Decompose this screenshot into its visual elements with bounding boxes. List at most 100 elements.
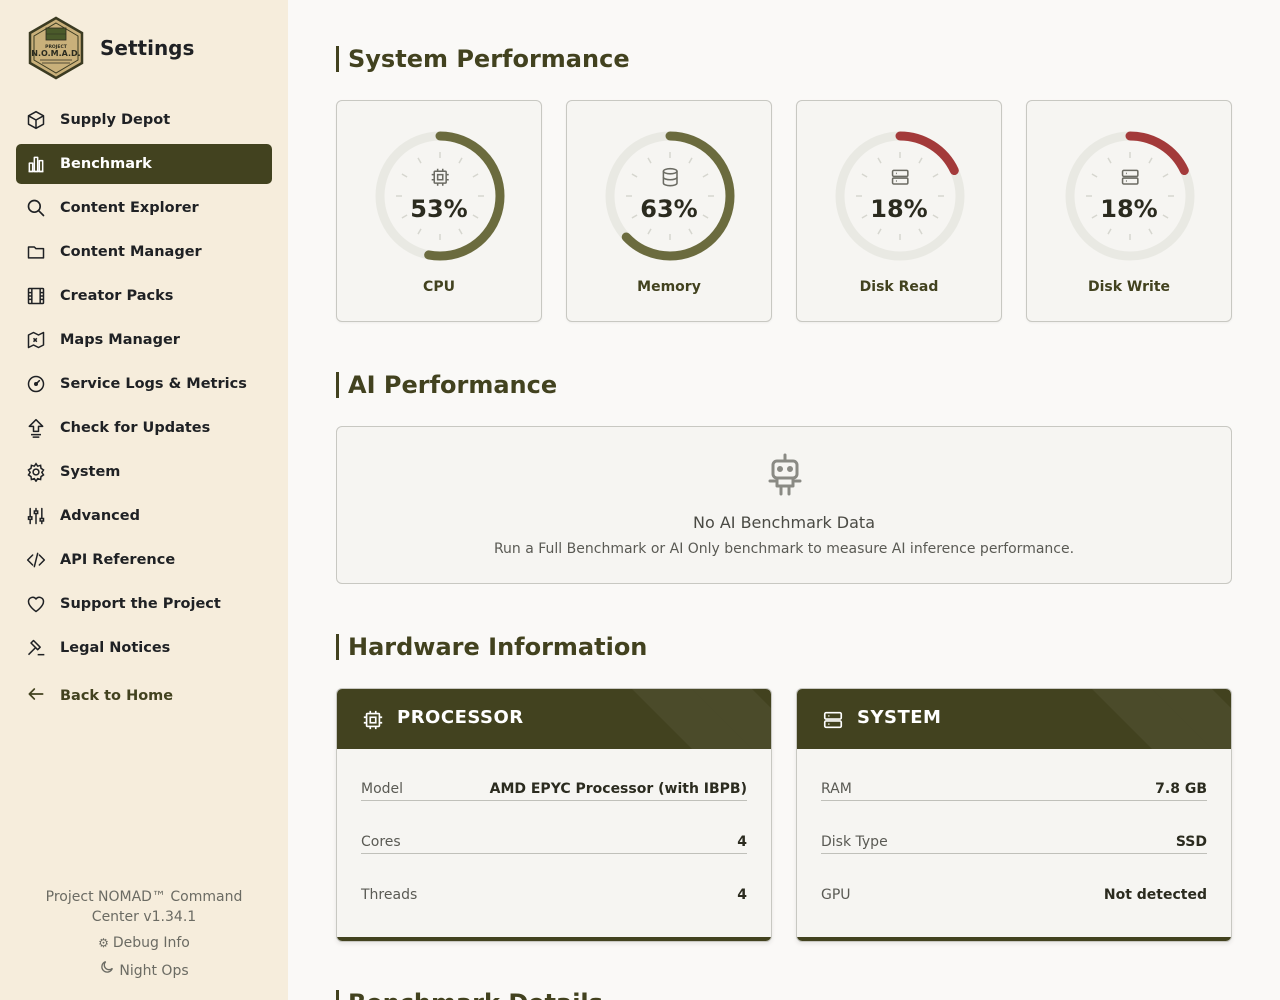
debug-info-link[interactable]: ⚙ Debug Info [0, 931, 288, 955]
folder-icon [26, 242, 46, 262]
gauge-tick [631, 173, 638, 178]
sidebar-item-label: Check for Updates [60, 420, 211, 436]
sidebar-item-creator-packs[interactable]: Creator Packs [16, 276, 272, 316]
sidebar-item-service-logs[interactable]: Service Logs & Metrics [16, 364, 272, 404]
hardware-information-title: Hardware Information [336, 634, 647, 660]
ai-empty-state: No AI Benchmark Data Run a Full Benchmar… [336, 426, 1232, 584]
hardware-row: RAM 7.8 GB [821, 781, 1207, 801]
hardware-row: Disk Type SSD [821, 834, 1207, 854]
sidebar-item-label: Support the Project [60, 596, 221, 612]
gauge-tick [861, 173, 868, 178]
back-to-home-link[interactable]: Back to Home [16, 676, 272, 716]
sidebar-item-label: Maps Manager [60, 332, 180, 348]
hardware-row-key: Model [361, 781, 404, 797]
gauge-card-memory: 63% Memory [566, 100, 772, 322]
sidebar-item-label: Benchmark [60, 156, 152, 172]
hardware-row-key: Threads [361, 887, 418, 903]
gauge-card-disk-read: 18% Disk Read [796, 100, 1002, 322]
system-performance-title: System Performance [336, 46, 630, 72]
gauge-tick [417, 228, 422, 235]
gear-icon [26, 462, 46, 482]
sidebar-item-benchmark[interactable]: Benchmark [16, 144, 272, 184]
sidebar-item-legal[interactable]: Legal Notices [16, 628, 272, 668]
processor-card-header: PROCESSOR [337, 689, 771, 749]
map-icon [26, 330, 46, 350]
chip-icon [431, 168, 449, 186]
sliders-icon [26, 506, 46, 526]
sidebar-item-supply-depot[interactable]: Supply Depot [16, 100, 272, 140]
sidebar-item-content-explorer[interactable]: Content Explorer [16, 188, 272, 228]
gauge-tick [472, 173, 479, 178]
gauge-tick [458, 157, 463, 164]
gauge-tick [918, 228, 923, 235]
hardware-row-key: Cores [361, 834, 401, 850]
gauge-value: 63% [640, 195, 698, 223]
gauge-tick [918, 157, 923, 164]
hardware-row-key: GPU [821, 887, 851, 903]
sidebar-item-label: Content Explorer [60, 200, 199, 216]
chart-icon [26, 154, 46, 174]
hardware-row-value: 4 [737, 834, 747, 850]
night-ops-toggle[interactable]: Night Ops [0, 959, 288, 983]
hardware-row: Cores 4 [361, 834, 747, 854]
gauge-label: Disk Write [1087, 279, 1171, 295]
gauge-tick [877, 157, 882, 164]
gauge-tick [877, 228, 882, 235]
arrow-left-icon [26, 684, 46, 708]
sidebar-item-maps-manager[interactable]: Maps Manager [16, 320, 272, 360]
back-to-home-label: Back to Home [60, 688, 174, 704]
sidebar-item-label: Creator Packs [60, 288, 174, 304]
sidebar-item-api-reference[interactable]: API Reference [16, 540, 272, 580]
gauge-value: 53% [410, 195, 468, 223]
sidebar-item-support[interactable]: Support the Project [16, 584, 272, 624]
hardware-row: Threads 4 [361, 887, 747, 907]
gauge-label: Disk Read [859, 279, 939, 295]
bug-icon: ⚙ [98, 936, 109, 950]
search-icon [26, 198, 46, 218]
gauge-tick [688, 157, 693, 164]
hardware-row-value: AMD EPYC Processor (with IBPB) [489, 781, 747, 797]
gauge-tick [1162, 173, 1169, 178]
hardware-row-value: SSD [1175, 834, 1207, 850]
sidebar-item-content-manager[interactable]: Content Manager [16, 232, 272, 272]
sidebar-item-label: System [60, 464, 121, 480]
chip-icon [363, 710, 383, 730]
card-footer-bar [797, 937, 1231, 941]
sidebar-item-check-updates[interactable]: Check for Updates [16, 408, 272, 448]
card-footer-bar [337, 937, 771, 941]
moon-icon [99, 959, 115, 983]
debug-info-label: Debug Info [112, 935, 190, 951]
gauge-icon [26, 374, 46, 394]
gauge-tick [688, 228, 693, 235]
sidebar-nav: Supply Depot Benchmark Content Explorer … [16, 100, 272, 672]
hardware-row-key: RAM [821, 781, 852, 797]
sidebar: PROJECT N.O.M.A.D. Settings Supply Depot… [0, 0, 288, 1000]
sidebar-item-system[interactable]: System [16, 452, 272, 492]
gauge-tick [647, 228, 652, 235]
robot-icon [768, 453, 802, 496]
version-text: Project NOMAD™ Command Center v1.34.1 [45, 889, 243, 925]
sidebar-item-label: Service Logs & Metrics [60, 376, 247, 392]
hardware-row-value: 7.8 GB [1155, 781, 1207, 797]
gauge-tick [417, 157, 422, 164]
gauge-value: 18% [870, 195, 928, 223]
sidebar-item-advanced[interactable]: Advanced [16, 496, 272, 536]
gauge-tick [1107, 228, 1112, 235]
server-icon [823, 711, 843, 729]
server-icon [891, 169, 909, 185]
server-icon [1121, 169, 1139, 185]
hardware-row: Model AMD EPYC Processor (with IBPB) [361, 781, 747, 801]
system-card: SYSTEM RAM 7.8 GB Disk Type SSD GPU Not … [796, 688, 1232, 942]
brand: PROJECT N.O.M.A.D. Settings [24, 16, 194, 80]
hardware-row-value: 4 [737, 887, 747, 903]
gauge-value: 18% [1100, 195, 1158, 223]
gauge-tick [401, 173, 408, 178]
svg-text:N.O.M.A.D.: N.O.M.A.D. [31, 49, 80, 58]
system-card-title: SYSTEM [857, 707, 942, 728]
ai-performance-title: AI Performance [336, 372, 557, 398]
gauge-card-disk-write: 18% Disk Write [1026, 100, 1232, 322]
hardware-row-value: Not detected [1103, 887, 1207, 903]
database-icon [662, 167, 678, 187]
processor-card-title: PROCESSOR [397, 707, 524, 728]
gauge-card-cpu: 53% CPU [336, 100, 542, 322]
